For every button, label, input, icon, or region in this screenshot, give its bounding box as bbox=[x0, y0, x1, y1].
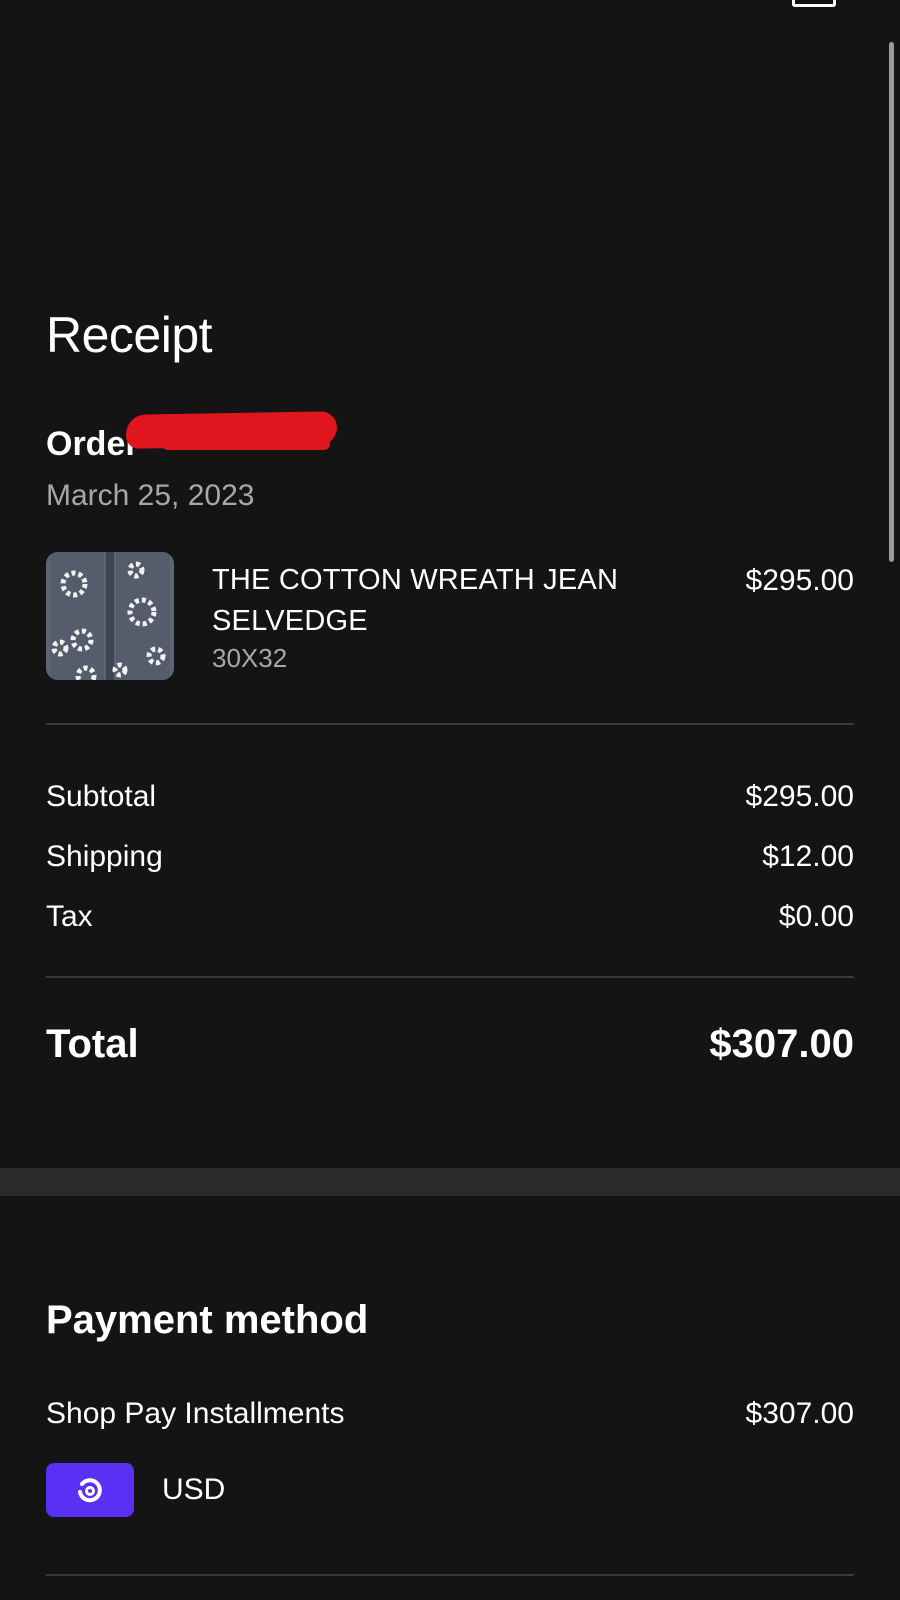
total-label: Total bbox=[46, 1022, 139, 1066]
payment-currency: USD bbox=[162, 1473, 226, 1506]
order-date: March 25, 2023 bbox=[46, 479, 255, 512]
product-thumbnail bbox=[46, 552, 174, 680]
tax-label: Tax bbox=[46, 900, 93, 933]
divider bbox=[46, 723, 854, 725]
total-value: $307.00 bbox=[709, 1022, 854, 1066]
tax-value: $0.00 bbox=[778, 900, 854, 933]
page-title: Receipt bbox=[46, 307, 213, 363]
payment-method-row: Shop Pay Installments $307.00 bbox=[46, 1392, 854, 1436]
shipping-row: Shipping $12.00 bbox=[46, 835, 854, 879]
subtotal-label: Subtotal bbox=[46, 780, 157, 813]
payment-method-amount: $307.00 bbox=[745, 1397, 854, 1430]
divider bbox=[46, 976, 854, 978]
product-variant: 30X32 bbox=[212, 643, 288, 673]
share-icon[interactable] bbox=[792, 0, 836, 7]
jeans-thumbnail-icon bbox=[46, 552, 174, 680]
divider bbox=[46, 1574, 854, 1576]
shop-pay-icon bbox=[78, 1478, 102, 1503]
section-separator bbox=[0, 1168, 900, 1196]
tax-row: Tax $0.00 bbox=[46, 895, 854, 939]
order-number: Order bbox=[46, 424, 139, 464]
line-item[interactable]: THE COTTON WREATH JEAN SELVEDGE 30X32 $2… bbox=[46, 552, 854, 684]
scrollbar[interactable] bbox=[889, 42, 894, 562]
payment-method-heading: Payment method bbox=[46, 1298, 369, 1342]
total-row: Total $307.00 bbox=[46, 1018, 854, 1070]
shipping-value: $12.00 bbox=[762, 840, 854, 873]
order-label: Order bbox=[46, 425, 139, 463]
product-name: THE COTTON WREATH JEAN SELVEDGE bbox=[212, 564, 619, 637]
payment-method-label: Shop Pay Installments bbox=[46, 1397, 345, 1430]
shop-pay-badge bbox=[46, 1463, 134, 1517]
subtotal-row: Subtotal $295.00 bbox=[46, 775, 854, 819]
redaction-mark-tail bbox=[162, 438, 330, 450]
shipping-label: Shipping bbox=[46, 840, 163, 873]
product-price: $295.00 bbox=[745, 564, 854, 597]
subtotal-value: $295.00 bbox=[745, 780, 854, 813]
